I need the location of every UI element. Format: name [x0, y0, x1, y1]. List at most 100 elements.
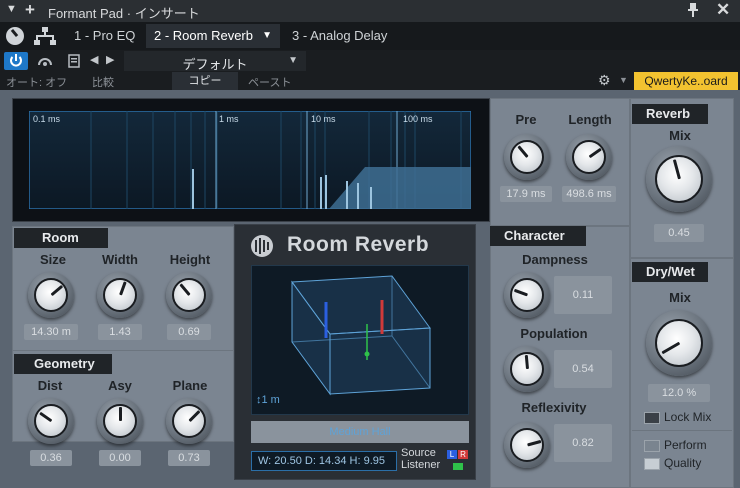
preset-name: デフォルト	[182, 57, 248, 72]
preset-selector[interactable]: デフォルト ▼	[124, 51, 306, 72]
preset-row: ◀ ▶ デフォルト ▼	[0, 50, 740, 72]
reflections-graph	[29, 111, 471, 209]
add-icon[interactable]: +	[25, 0, 35, 20]
reflexivity-knob[interactable]	[504, 422, 550, 468]
source-left-indicator[interactable]: L	[447, 450, 457, 459]
reverb-mix-value[interactable]: 0.45	[654, 224, 704, 242]
close-icon[interactable]: ✕	[716, 0, 730, 20]
asy-value[interactable]: 0.00	[99, 450, 141, 466]
drywet-mix-knob[interactable]	[646, 310, 712, 376]
reverb-mix-knob[interactable]	[646, 146, 712, 212]
population-knob[interactable]	[504, 346, 550, 392]
lock-mix-label: Lock Mix	[664, 410, 712, 424]
room-dimensions-display: W: 20.50 D: 14.34 H: 9.95	[251, 451, 397, 471]
width-label: Width	[102, 252, 138, 267]
dist-label: Dist	[37, 378, 63, 393]
width-knob[interactable]	[97, 272, 143, 318]
length-value[interactable]: 498.6 ms	[562, 186, 616, 202]
population-label: Population	[520, 326, 588, 341]
scale-label: ↕1 m	[256, 394, 280, 406]
keyboard-device-button[interactable]: QwertyKe..oard	[634, 72, 738, 90]
chevron-down-icon[interactable]: ▼	[288, 55, 298, 66]
knob-indicator	[524, 354, 529, 370]
command-row: オート: オフ 比較 コピー ペースト ⚙ ▼ QwertyKe..oard	[0, 72, 740, 90]
plane-knob[interactable]	[166, 398, 212, 444]
asy-label: Asy	[108, 378, 132, 393]
time-marker: 100 ms	[403, 114, 433, 124]
reflections-display: 0.1 ms 1 ms 10 ms 100 ms	[12, 98, 490, 222]
knob-view-icon[interactable]	[6, 27, 24, 45]
perform-checkbox[interactable]	[644, 440, 660, 452]
size-label: Size	[39, 252, 66, 267]
menu-chevron-icon[interactable]: ▼	[6, 3, 17, 15]
size-knob[interactable]	[28, 272, 74, 318]
listener-indicator[interactable]	[453, 463, 463, 470]
size-value[interactable]: 14.30 m	[24, 324, 78, 340]
listener-label: Listener	[401, 459, 441, 471]
pin-icon[interactable]	[688, 3, 698, 20]
room-visual-panel: Room Reverb ↕1 m Medium Hall W: 20.50 D:…	[234, 224, 476, 480]
divider	[632, 430, 732, 431]
knob-indicator	[118, 407, 122, 421]
quality-checkbox[interactable]	[644, 458, 660, 470]
window-titlebar: ▼ + Formant Pad · インサート ✕	[0, 0, 740, 22]
pre-knob[interactable]	[504, 134, 550, 180]
drywet-header: Dry/Wet	[632, 262, 708, 282]
chevron-down-icon[interactable]: ▼	[262, 24, 272, 48]
lock-mix-checkbox[interactable]	[644, 412, 660, 424]
reflexivity-value[interactable]: 0.82	[554, 424, 612, 462]
plane-value[interactable]: 0.73	[168, 450, 210, 466]
reverb-mix-label: Mix	[669, 128, 691, 143]
next-icon[interactable]: ▶	[106, 53, 114, 66]
source-label: Source	[401, 447, 436, 459]
compare-button[interactable]: 比較	[92, 74, 114, 90]
power-button[interactable]	[4, 52, 28, 70]
plugin-tab-bar: 1 - Pro EQ 2 - Room Reverb ▼ 3 - Analog …	[0, 22, 740, 50]
dist-value[interactable]: 0.36	[30, 450, 72, 466]
tab-room-reverb[interactable]: 2 - Room Reverb ▼	[146, 24, 280, 48]
paste-button[interactable]: ペースト	[248, 74, 291, 90]
dampness-label: Dampness	[522, 252, 588, 267]
room-header: Room	[14, 228, 108, 248]
height-knob[interactable]	[166, 272, 212, 318]
chevron-down-icon[interactable]: ▼	[619, 75, 628, 85]
asy-knob[interactable]	[97, 398, 143, 444]
quality-label: Quality	[664, 456, 702, 470]
dist-knob[interactable]	[28, 398, 74, 444]
height-value[interactable]: 0.69	[167, 324, 211, 340]
automation-icon	[38, 58, 52, 66]
plugin-body: 0.1 ms 1 ms 10 ms 100 ms Pre 17.9 ms Len…	[0, 90, 740, 488]
height-label: Height	[169, 252, 211, 267]
room-preset-display[interactable]: Medium Hall	[251, 421, 469, 443]
room-3d-view[interactable]: ↕1 m	[251, 265, 469, 415]
dampness-value[interactable]: 0.11	[554, 276, 612, 314]
length-label: Length	[568, 112, 612, 127]
presonus-logo-icon	[249, 233, 283, 259]
drywet-mix-label: Mix	[669, 290, 691, 305]
length-knob[interactable]	[566, 134, 612, 180]
time-marker: 10 ms	[311, 114, 336, 124]
time-marker: 1 ms	[219, 114, 239, 124]
dampness-knob[interactable]	[504, 272, 550, 318]
plane-label: Plane	[172, 378, 208, 393]
tab-pro-eq[interactable]: 1 - Pro EQ	[66, 24, 144, 48]
gear-icon[interactable]: ⚙	[598, 72, 611, 89]
pre-label: Pre	[515, 112, 537, 127]
reflexivity-label: Reflexivity	[521, 400, 587, 415]
drywet-mix-value[interactable]: 12.0 %	[648, 384, 710, 402]
population-value[interactable]: 0.54	[554, 350, 612, 388]
preset-menu-icon[interactable]	[66, 52, 82, 70]
plugin-brand-title: Room Reverb	[287, 233, 430, 256]
source-right-indicator[interactable]: R	[458, 450, 468, 459]
automation-button[interactable]	[32, 52, 58, 70]
copy-button[interactable]: コピー	[172, 72, 238, 90]
tab-analog-delay[interactable]: 3 - Analog Delay	[284, 24, 396, 48]
window-title: Formant Pad · インサート	[48, 6, 200, 21]
power-icon	[10, 54, 22, 67]
prev-icon[interactable]: ◀	[90, 53, 98, 66]
pre-value[interactable]: 17.9 ms	[500, 186, 552, 202]
divider	[12, 350, 234, 351]
width-value[interactable]: 1.43	[98, 324, 142, 340]
automation-state[interactable]: オート: オフ	[6, 74, 67, 90]
routing-icon[interactable]	[34, 27, 56, 45]
